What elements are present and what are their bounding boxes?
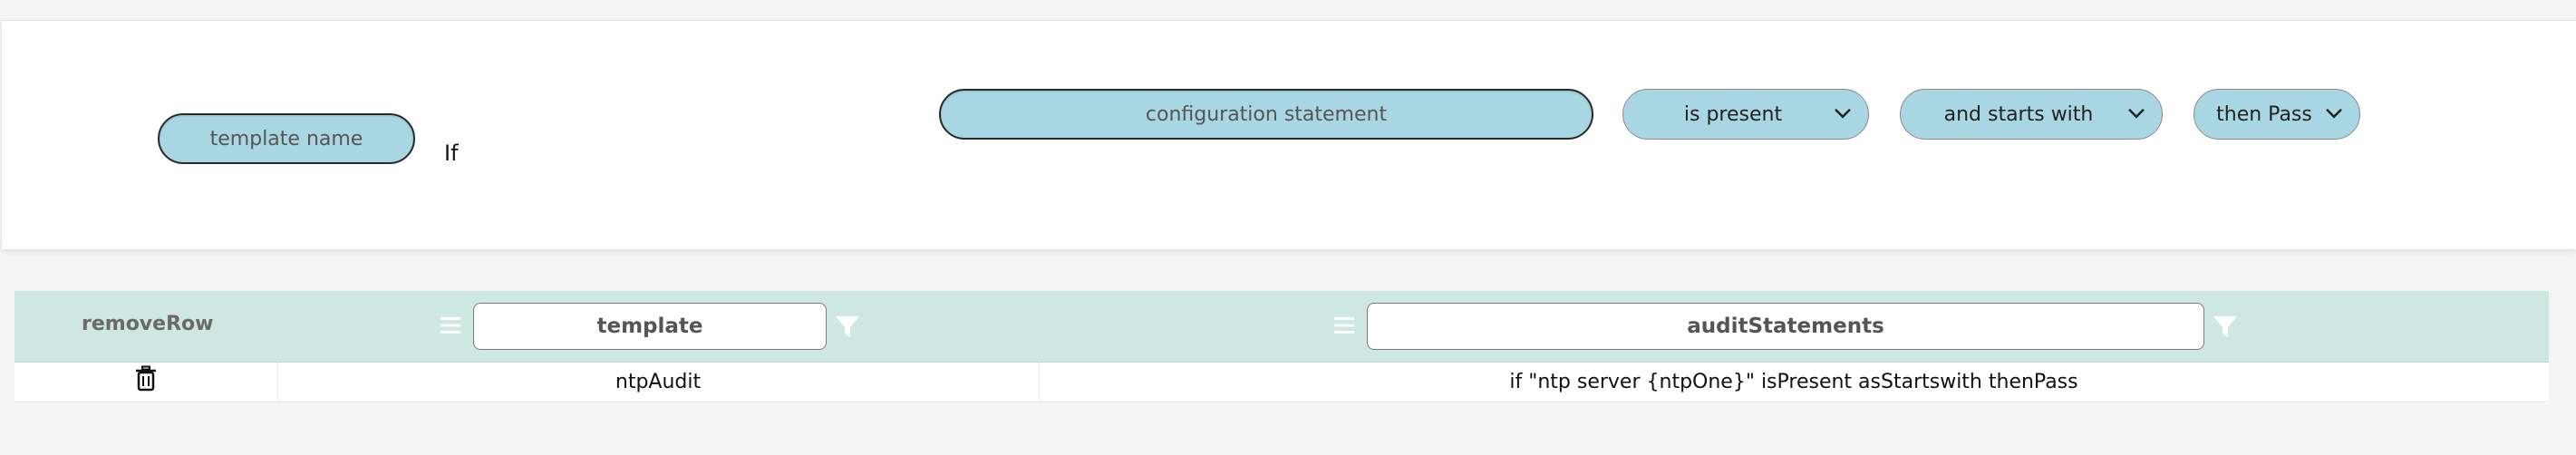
chevron-down-icon — [2326, 108, 2342, 119]
match-select-value: and starts with — [1943, 102, 2094, 126]
remove-row-cell — [15, 362, 277, 402]
template-name-input[interactable]: template name — [158, 113, 415, 164]
filter-icon[interactable] — [2212, 315, 2239, 340]
column-header-auditstatements: auditStatements — [1687, 315, 1884, 338]
configuration-statement-input[interactable]: configuration statement — [939, 89, 1593, 140]
match-select[interactable]: and starts with — [1900, 89, 2163, 140]
result-select[interactable]: then Pass — [2193, 89, 2360, 140]
template-column-filter-input[interactable]: template — [473, 303, 827, 350]
trash-icon[interactable] — [134, 365, 158, 392]
configuration-statement-placeholder: configuration statement — [1145, 102, 1388, 126]
column-header-template: template — [596, 315, 703, 338]
audit-grid: removeRow template auditStatements ntpAu… — [15, 291, 2549, 403]
table-row: ntpAudit if "ntp server {ntpOne}" isPres… — [15, 362, 2549, 402]
column-menu-icon[interactable] — [1332, 315, 1356, 336]
chevron-down-icon — [1835, 108, 1851, 119]
template-cell[interactable]: ntpAudit — [277, 362, 1039, 402]
column-menu-icon[interactable] — [439, 315, 462, 336]
grid-header: removeRow template auditStatements — [15, 291, 2549, 363]
chevron-down-icon — [2128, 108, 2145, 119]
filter-icon[interactable] — [834, 315, 861, 340]
template-name-placeholder: template name — [209, 127, 363, 150]
presence-select-value: is present — [1683, 102, 1783, 126]
auditstatements-column-filter-input[interactable]: auditStatements — [1367, 303, 2204, 350]
statement-builder-panel: template name If configuration statement… — [2, 20, 2576, 249]
auditstatements-cell[interactable]: if "ntp server {ntpOne}" isPresent asSta… — [1039, 362, 2549, 402]
if-label: If — [444, 140, 459, 166]
presence-select[interactable]: is present — [1622, 89, 1869, 140]
column-header-removerow: removeRow — [82, 313, 214, 335]
result-select-value: then Pass — [2216, 102, 2312, 126]
